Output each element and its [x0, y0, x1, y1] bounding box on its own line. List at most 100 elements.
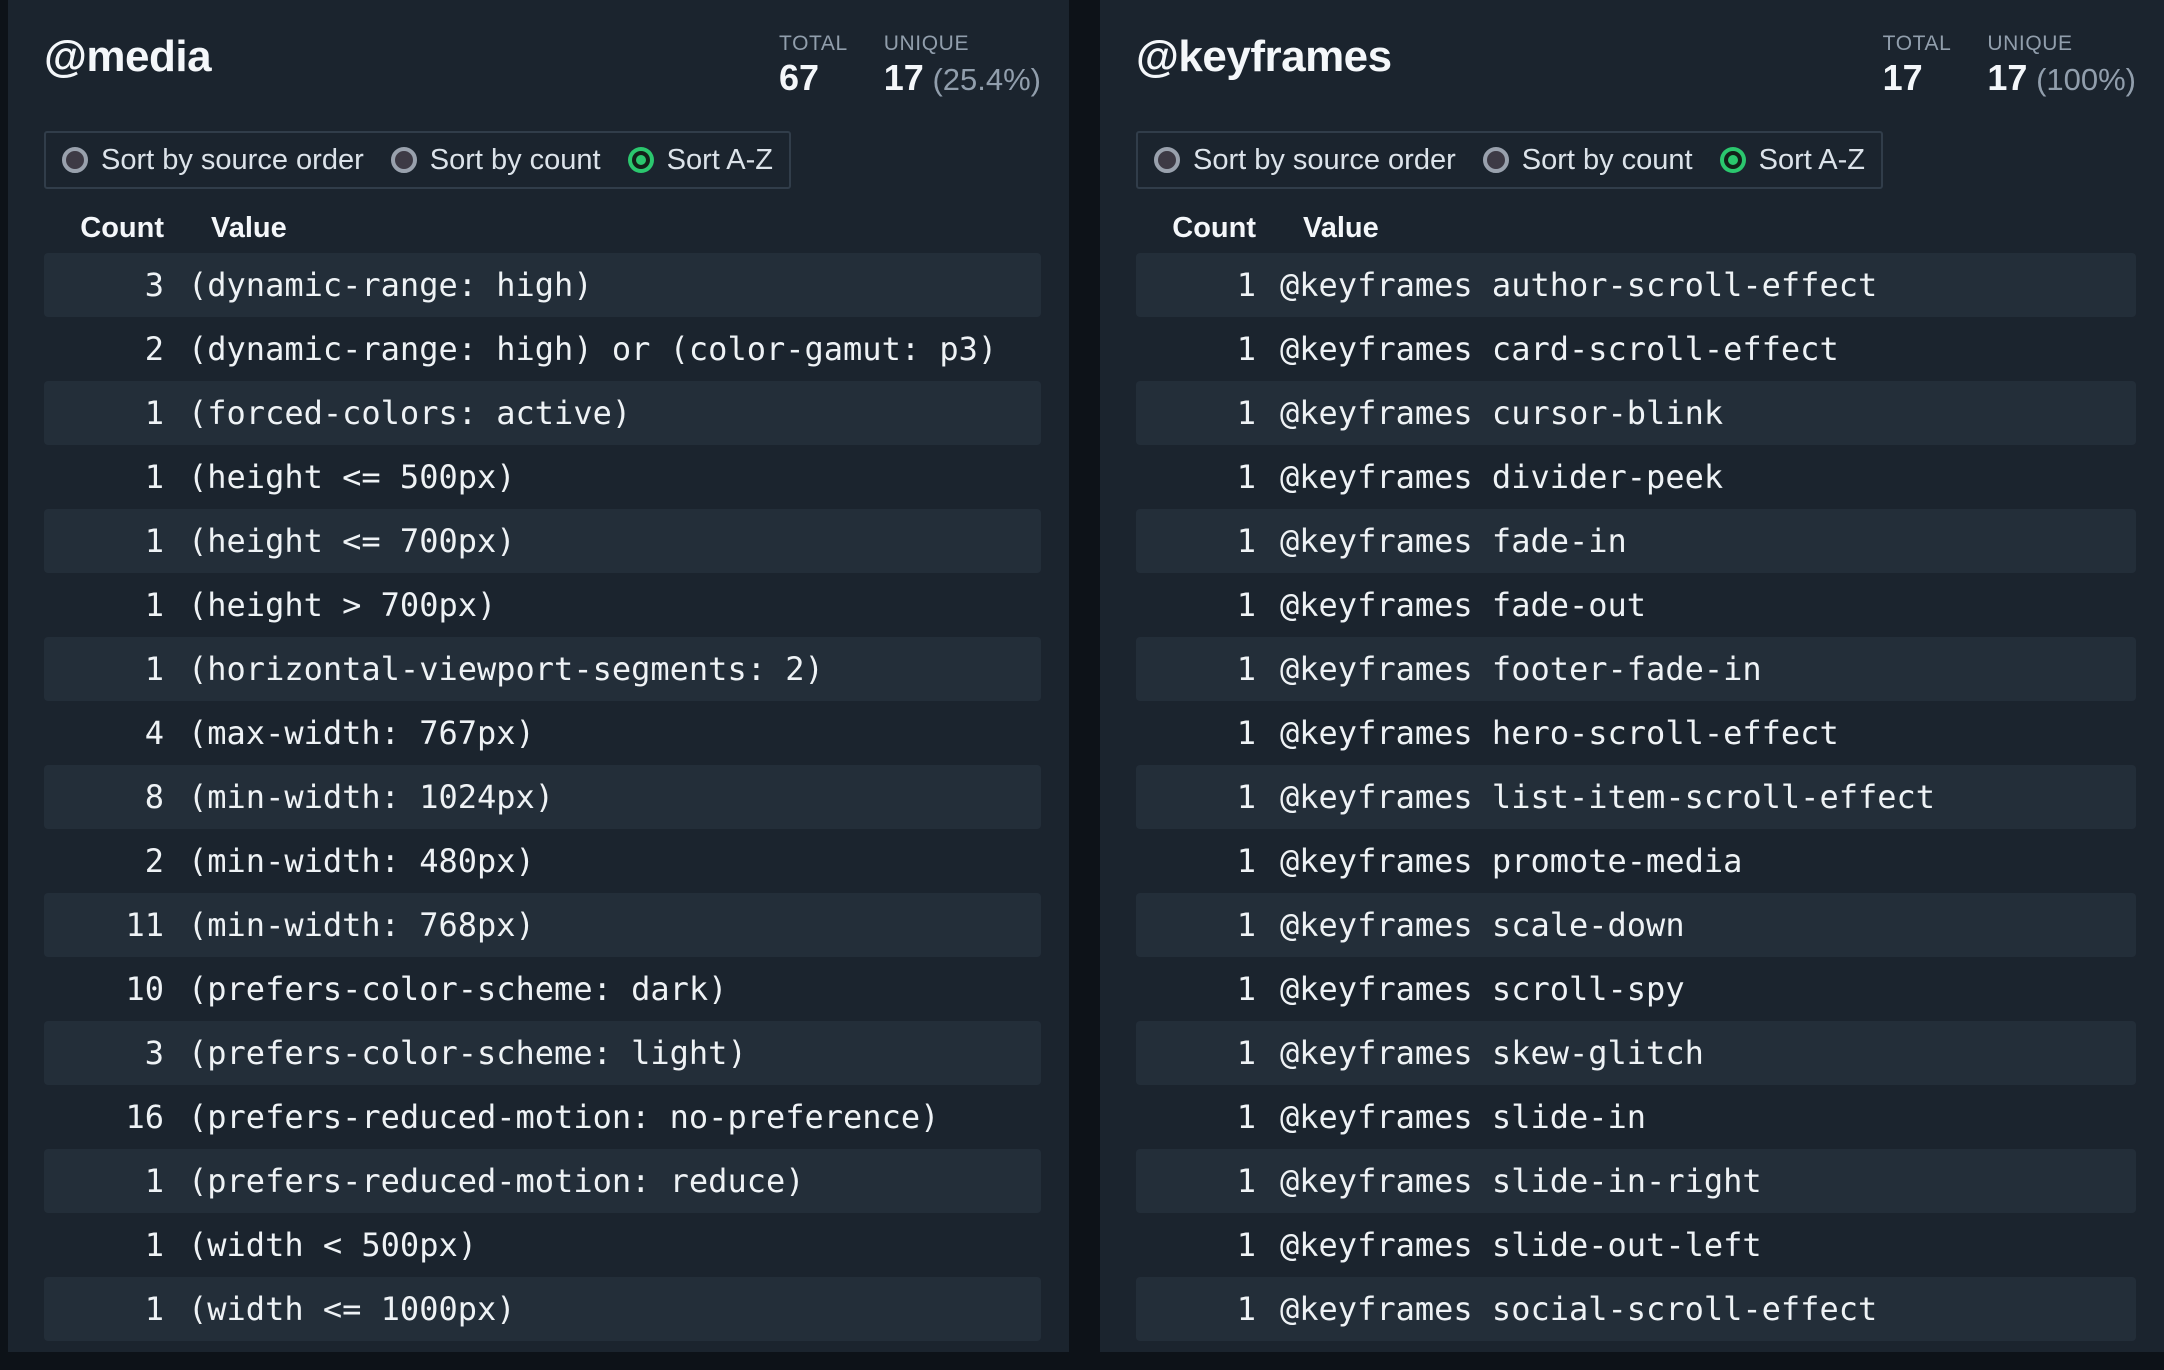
- stat-total-value: 67: [779, 57, 819, 98]
- css-analyzer-page: { "colors": { "page_bg": "#0d1218", "pan…: [0, 0, 2164, 1370]
- row-count: 4: [44, 714, 164, 752]
- row-value: @keyframes divider-peek: [1256, 458, 2136, 496]
- table-row: 1 (height <= 700px): [44, 509, 1041, 573]
- row-count: 1: [1136, 394, 1256, 432]
- row-count: 1: [44, 458, 164, 496]
- stat-unique-percent: (100%): [2036, 62, 2136, 97]
- table-row: 4 (max-width: 767px): [44, 701, 1041, 765]
- radio-checked-icon[interactable]: [628, 147, 654, 173]
- row-count: 1: [1136, 714, 1256, 752]
- row-count: 1: [1136, 842, 1256, 880]
- row-count: 1: [1136, 1290, 1256, 1328]
- row-value: @keyframes social-scroll-effect: [1256, 1290, 2136, 1328]
- stat-unique-value: 17: [1987, 57, 2027, 98]
- table-row: 1 @keyframes slide-in: [1136, 1085, 2136, 1149]
- stat-total: TOTAL 17: [1883, 31, 1952, 99]
- table-row: 1 (height > 700px): [44, 573, 1041, 637]
- row-count: 1: [44, 522, 164, 560]
- radio-unchecked-icon[interactable]: [1154, 147, 1180, 173]
- row-count: 1: [1136, 1162, 1256, 1200]
- row-value: @keyframes slide-in-right: [1256, 1162, 2136, 1200]
- stat-unique-label: UNIQUE: [1987, 31, 2136, 56]
- panel-title: @media: [36, 30, 211, 84]
- sort-option[interactable]: Sort by count: [391, 145, 601, 175]
- sort-option[interactable]: Sort A-Z: [628, 145, 773, 175]
- row-value: (prefers-color-scheme: light): [164, 1034, 1041, 1072]
- row-value: @keyframes footer-fade-in: [1256, 650, 2136, 688]
- sort-option[interactable]: Sort by source order: [1154, 145, 1456, 175]
- row-value: @keyframes hero-scroll-effect: [1256, 714, 2136, 752]
- stat-total-value: 17: [1883, 57, 1923, 98]
- panel-header: @media TOTAL 67 UNIQUE 17 (25.4%): [36, 30, 1041, 96]
- table-row: 1 (width <= 1000px): [44, 1277, 1041, 1341]
- row-count: 1: [44, 1226, 164, 1264]
- stat-total: TOTAL 67: [779, 31, 848, 99]
- count-column-header: Count: [1136, 212, 1256, 245]
- sort-option-label: Sort by count: [1522, 145, 1693, 175]
- row-count: 1: [44, 586, 164, 624]
- table-row: 11 (min-width: 768px): [44, 893, 1041, 957]
- row-value: (width < 500px): [164, 1226, 1041, 1264]
- radio-unchecked-icon[interactable]: [391, 147, 417, 173]
- stat-total-label: TOTAL: [779, 31, 848, 56]
- sort-option[interactable]: Sort by count: [1483, 145, 1693, 175]
- sort-option-label: Sort A-Z: [667, 145, 773, 175]
- atrule-panel-keyframes: @keyframes TOTAL 17 UNIQUE 17 (100%) Sor…: [1100, 0, 2164, 1352]
- row-count: 1: [1136, 266, 1256, 304]
- value-column-header: Value: [1256, 212, 2136, 245]
- row-value: @keyframes card-scroll-effect: [1256, 330, 2136, 368]
- row-count: 1: [1136, 458, 1256, 496]
- table-header-row: Count Value: [44, 203, 1041, 253]
- panel-title: @keyframes: [1128, 30, 1392, 84]
- row-value: (min-width: 1024px): [164, 778, 1041, 816]
- radio-unchecked-icon[interactable]: [1483, 147, 1509, 173]
- row-value: (height <= 700px): [164, 522, 1041, 560]
- row-count: 1: [1136, 1034, 1256, 1072]
- row-count: 1: [1136, 778, 1256, 816]
- table-row: 1 @keyframes scroll-spy: [1136, 957, 2136, 1021]
- row-count: 1: [44, 1290, 164, 1328]
- table-row: 3 (prefers-color-scheme: light): [44, 1021, 1041, 1085]
- stat-total-label: TOTAL: [1883, 31, 1952, 56]
- row-count: 2: [44, 330, 164, 368]
- radio-checked-icon[interactable]: [1720, 147, 1746, 173]
- row-value: @keyframes fade-out: [1256, 586, 2136, 624]
- row-value: @keyframes fade-in: [1256, 522, 2136, 560]
- row-count: 1: [44, 394, 164, 432]
- table-row: 1 (forced-colors: active): [44, 381, 1041, 445]
- row-value: @keyframes skew-glitch: [1256, 1034, 2136, 1072]
- table-row: 10 (prefers-color-scheme: dark): [44, 957, 1041, 1021]
- results-table: 1 @keyframes author-scroll-effect 1 @key…: [1136, 253, 2136, 1341]
- table-row: 1 @keyframes author-scroll-effect: [1136, 253, 2136, 317]
- row-value: (prefers-reduced-motion: no-preference): [164, 1098, 1041, 1136]
- stat-unique-percent: (25.4%): [932, 62, 1041, 97]
- table-row: 2 (min-width: 480px): [44, 829, 1041, 893]
- table-row: 8 (min-width: 1024px): [44, 765, 1041, 829]
- table-row: 1 (height <= 500px): [44, 445, 1041, 509]
- sort-option-label: Sort A-Z: [1759, 145, 1865, 175]
- table-row: 1 @keyframes card-scroll-effect: [1136, 317, 2136, 381]
- row-count: 3: [44, 1034, 164, 1072]
- value-column-header: Value: [164, 212, 1041, 245]
- row-value: @keyframes slide-in: [1256, 1098, 2136, 1136]
- table-row: 1 @keyframes fade-in: [1136, 509, 2136, 573]
- row-count: 1: [1136, 1226, 1256, 1264]
- sort-option[interactable]: Sort A-Z: [1720, 145, 1865, 175]
- row-count: 1: [44, 1162, 164, 1200]
- table-header-row: Count Value: [1136, 203, 2136, 253]
- table-row: 1 (prefers-reduced-motion: reduce): [44, 1149, 1041, 1213]
- sort-option-label: Sort by count: [430, 145, 601, 175]
- row-value: (prefers-color-scheme: dark): [164, 970, 1041, 1008]
- table-row: 1 @keyframes cursor-blink: [1136, 381, 2136, 445]
- stat-unique: UNIQUE 17 (25.4%): [884, 31, 1041, 99]
- sort-option[interactable]: Sort by source order: [62, 145, 364, 175]
- row-value: (min-width: 480px): [164, 842, 1041, 880]
- table-row: 1 @keyframes slide-in-right: [1136, 1149, 2136, 1213]
- row-count: 1: [1136, 522, 1256, 560]
- row-value: @keyframes list-item-scroll-effect: [1256, 778, 2136, 816]
- row-value: (horizontal-viewport-segments: 2): [164, 650, 1041, 688]
- table-row: 1 (horizontal-viewport-segments: 2): [44, 637, 1041, 701]
- sort-option-label: Sort by source order: [101, 145, 364, 175]
- panel-header: @keyframes TOTAL 17 UNIQUE 17 (100%): [1128, 30, 2136, 96]
- radio-unchecked-icon[interactable]: [62, 147, 88, 173]
